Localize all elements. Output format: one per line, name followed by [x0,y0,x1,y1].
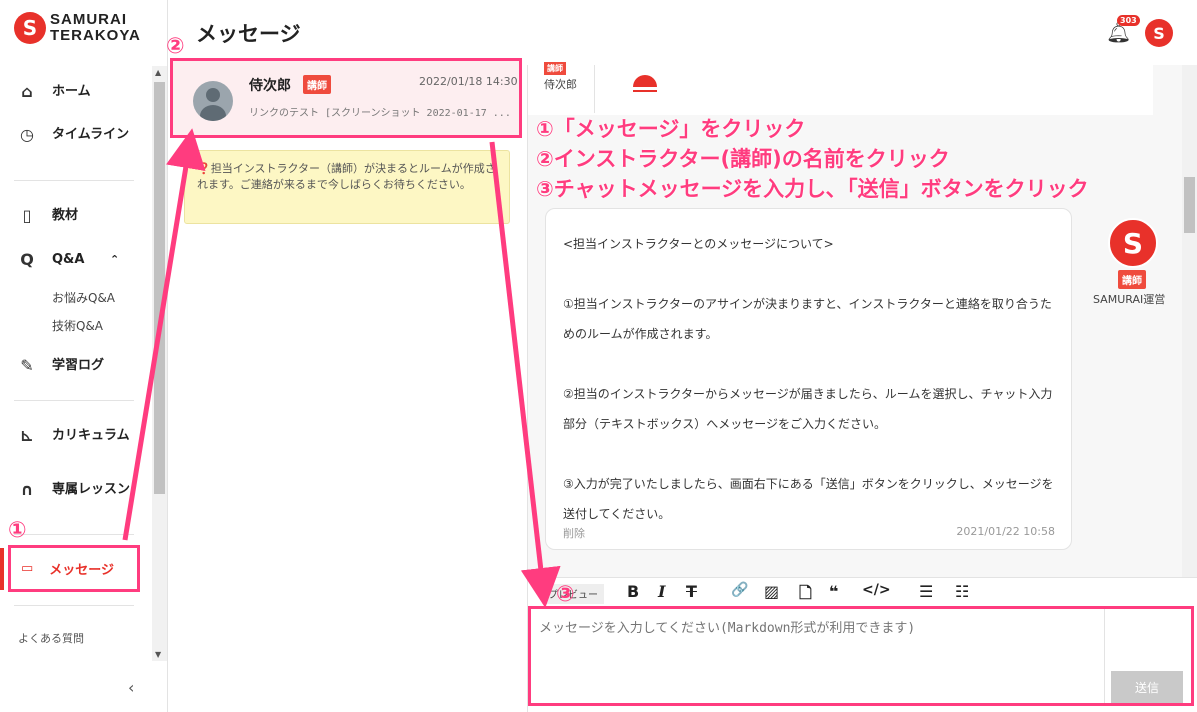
room-time: 2022/01/18 14:30 [419,75,518,88]
headset-icon: ∩ [20,480,34,499]
message-input[interactable] [539,621,1099,636]
home-icon: ⌂ [21,82,33,101]
delete-link[interactable]: 削除 [563,525,585,541]
code-icon[interactable]: </> [862,582,891,598]
sender-name: SAMURAI運営 [1093,293,1166,306]
message-bubble: <担当インストラクターとのメッセージについて> ①担当インストラクターのアサイン… [545,208,1072,550]
instruction-2: ②インストラクター(講師)の名前をクリック [536,147,950,171]
chart-icon: ⊾ [20,426,34,445]
sender-avatar: S [1108,218,1158,268]
scroll-down-icon[interactable]: ▼ [155,650,161,659]
bold-button[interactable]: B [627,582,639,601]
numbered-list-icon[interactable]: ☷ [955,582,969,601]
link-icon[interactable]: 🔗 [731,582,748,598]
prev-instructor-badge: 講師 [544,62,566,75]
sidebar-item-timeline[interactable]: ◷ タイムライン [18,127,132,143]
avatar [193,81,233,121]
step-3-marker: ③ [556,582,575,607]
sidebar-divider [14,605,134,606]
italic-button[interactable]: I [658,582,665,601]
instruction-annotations: ①「メッセージ」をクリック ②インストラクター(講師)の名前をクリック ③チャッ… [536,114,1089,204]
sunrise-line [633,90,657,92]
collapse-chevron-icon[interactable]: ‹ [128,678,134,697]
chevron-up-icon: ⌃ [110,253,120,266]
sidebar-item-learning-log[interactable]: ✎ 学習ログ [18,358,132,374]
sidebar-divider [14,180,134,181]
clock-icon: ◷ [20,125,34,144]
sidebar-scroll-thumb[interactable] [154,82,165,494]
logo-line1: SAMURAI [50,11,127,28]
search-icon: Q [20,250,34,269]
previous-message [528,65,1153,115]
room-preview: リンクのテスト [スクリーンショット 2022-01-17 ... [249,108,511,119]
file-icon[interactable]: 🗋 [799,582,812,609]
book-icon: ▯ [22,206,32,225]
logo-line2: TERAKOYA [50,27,141,44]
sidebar-item-textbook[interactable]: ▯ 教材 [18,208,132,224]
notice-box: ❓担当インストラクター（講師）が決まるとルームが作成されます。ご連絡が来るまで今… [184,150,510,224]
message-date: 2021/01/22 10:58 [956,525,1055,538]
strikethrough-button[interactable]: T [686,582,697,601]
room-name: 侍次郎 [249,78,291,94]
page-title: メッセージ [196,22,301,46]
sidebar-item-home[interactable]: ⌂ ホーム [18,84,132,100]
user-avatar[interactable]: S [1145,19,1173,47]
bullet-list-icon[interactable]: ☰ [919,582,933,601]
faq-link[interactable]: よくある質問 [18,630,84,646]
instructor-badge: 講師 [303,75,331,94]
sidebar-scrollbar[interactable]: ▲ ▼ [152,66,167,661]
logo-mark-icon: S [14,12,46,44]
instruction-3: ③チャットメッセージを入力し､「送信」ボタンをクリック [536,177,1089,201]
send-button[interactable]: 送信 [1111,671,1183,703]
room-item[interactable]: 侍次郎 講師 2022/01/18 14:30 リンクのテスト [スクリーンショ… [170,58,522,138]
scroll-up-icon[interactable]: ▲ [155,68,161,77]
samurai-logo[interactable]: S SAMURAI TERAKOYA [14,12,141,44]
sidebar-item-message[interactable]: ▭ メッセージ [8,545,140,592]
prev-sender-name: 侍次郎 [544,78,577,91]
message-composer [528,606,1194,706]
sidebar-sub-tech-qa[interactable]: 技術Q&A [52,317,103,334]
image-icon[interactable]: ▨ [764,582,779,601]
divider [1104,609,1105,703]
pencil-icon: ✎ [20,356,34,375]
chat-scrollbar[interactable] [1182,65,1197,577]
sidebar-item-qa[interactable]: Q Q&A ⌃ [18,252,119,268]
message-text: <担当インストラクターとのメッセージについて> ①担当インストラクターのアサイン… [563,237,1054,521]
sidebar-divider [14,400,134,401]
step-1-marker: ① [8,518,27,543]
instruction-1: ①「メッセージ」をクリック [536,117,806,141]
step-2-marker: ② [166,34,185,59]
sidebar-sub-worries-qa[interactable]: お悩みQ&A [52,289,115,306]
active-indicator [0,548,4,590]
sidebar-divider [14,534,134,535]
sidebar-item-curriculum[interactable]: ⊾ カリキュラム [18,428,132,444]
chat-scroll-thumb[interactable] [1184,177,1195,233]
sidebar-item-lesson[interactable]: ∩ 専属レッスン [18,482,132,498]
quote-icon[interactable]: ❝ [829,582,838,601]
sender-badge: 講師 [1118,270,1146,289]
sidebar: S SAMURAI TERAKOYA ⌂ ホーム ◷ タイムライン ▯ 教材 Q… [0,0,168,712]
divider [594,65,595,113]
chat-icon: ▭ [21,561,34,576]
notification-badge: 303 [1117,15,1140,26]
